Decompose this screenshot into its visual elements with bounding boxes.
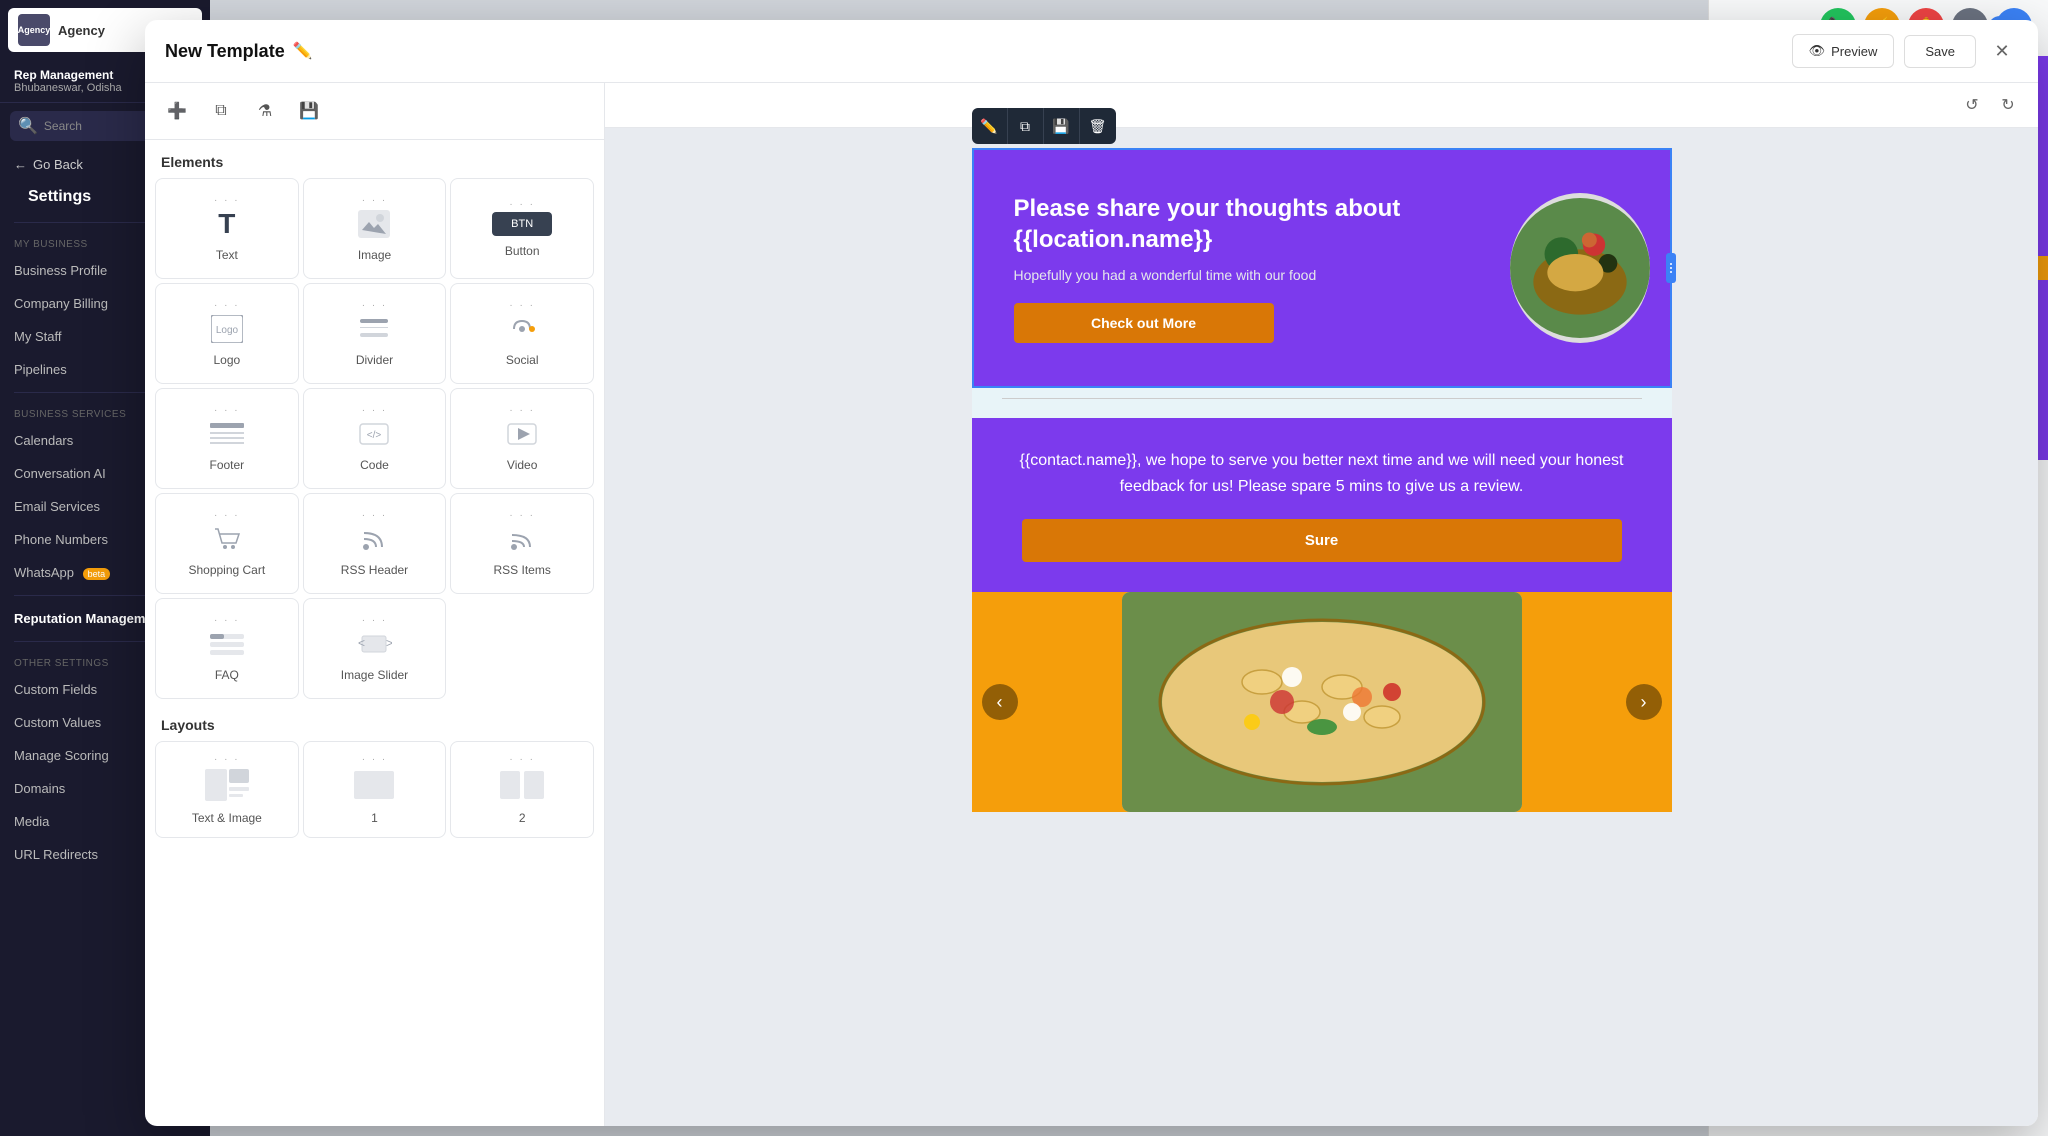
edit-element-button[interactable]: ✏️ [972,108,1008,144]
carousel-image [1122,592,1522,812]
svg-text:<: < [358,636,365,650]
undo-redo-bar: ↺ ↻ [605,83,2038,128]
save-element-button[interactable]: 💾 [1044,108,1080,144]
agency-logo: «Agency» [18,14,50,46]
duplicate-element-button[interactable]: ⧉ [1008,108,1044,144]
email-subtext: Hopefully you had a wonderful time with … [1014,267,1460,283]
sure-button[interactable]: Sure [1022,519,1622,562]
element-text[interactable]: · · · T Text [155,178,299,279]
modal-title-area: New Template ✏️ [165,41,313,62]
resize-handle[interactable] [1666,253,1676,283]
image-slider-element-icon: < > [354,628,394,660]
layout-1-icon [350,767,398,803]
layout-2[interactable]: · · · 2 [450,741,594,838]
layers-button[interactable]: ⧉ [205,95,237,127]
carousel-next-button[interactable]: › [1626,684,1662,720]
element-button[interactable]: · · · BTN Button [450,178,594,279]
add-element-button[interactable]: ➕ [161,95,193,127]
email-purple-left: Please share your thoughts about {{locat… [974,150,1490,386]
element-toolbar: ✏️ ⧉ 💾 🗑 [972,108,1116,144]
element-shopping-cart[interactable]: · · · Shopping Cart [155,493,299,594]
element-image-slider[interactable]: · · · < > Image Slider [303,598,447,699]
elements-toolbar: ➕ ⧉ ⚗ 💾 [145,83,604,140]
svg-text:Logo: Logo [216,325,239,336]
edit-title-icon[interactable]: ✏️ [293,41,313,61]
layouts-section-title: Layouts [145,699,604,741]
beta-badge: beta [83,568,111,580]
modal-header-actions: 👁 Preview Save ✕ [1792,34,2018,68]
modal-body: ➕ ⧉ ⚗ 💾 Elements · · · T Text · · · [145,83,2038,1126]
video-element-icon [502,418,542,450]
modal-save-button[interactable]: Save [1904,35,1976,68]
element-rss-header[interactable]: · · · RSS Header [303,493,447,594]
layouts-grid: · · · Text & Image · · · [145,741,604,838]
food-image [1510,193,1650,343]
cart-element-icon [207,523,247,555]
modal-header: New Template ✏️ 👁 Preview Save ✕ [145,20,2038,83]
back-arrow-icon: ← [14,157,27,172]
social-element-icon [502,313,542,345]
email-divider [1002,398,1642,399]
elements-section-title: Elements [145,140,604,178]
logo-element-icon: Logo [207,313,247,345]
search-icon: 🔍 [18,116,38,136]
template-modal: New Template ✏️ 👁 Preview Save ✕ ➕ ⧉ ⚗ 💾… [145,20,2038,1126]
redo-button[interactable]: ↻ [1994,91,2022,119]
rss-items-element-icon [502,523,542,555]
button-element-icon: BTN [492,212,552,236]
element-faq[interactable]: · · · FAQ [155,598,299,699]
element-divider[interactable]: · · · Divider [303,283,447,384]
email-heading: Please share your thoughts about {{locat… [1014,193,1460,255]
email-body-text: {{contact.name}}, we hope to serve you b… [1012,448,1632,499]
carousel-prev-button[interactable]: ‹ [982,684,1018,720]
agency-name: Agency [58,23,105,38]
email-light-section [972,388,1672,418]
email-preview-content: ✏️ ⧉ 💾 🗑 Please share your thoughts abou… [605,128,2038,832]
email-purple-section: Please share your thoughts about {{locat… [972,148,1672,388]
filter-button[interactable]: ⚗ [249,95,281,127]
rss-header-element-icon [354,523,394,555]
save-elements-button[interactable]: 💾 [293,95,325,127]
email-carousel-section: ‹ [972,592,1672,812]
layout-text-image[interactable]: · · · Text & Image [155,741,299,838]
preview-panel: ↺ ↻ ✏️ ⧉ 💾 🗑 [605,83,2038,1126]
image-element-icon [354,208,394,240]
check-out-more-button[interactable]: Check out More [1014,303,1274,343]
modal-close-button[interactable]: ✕ [1986,35,2018,67]
delete-element-button[interactable]: 🗑 [1080,108,1116,144]
footer-element-icon [207,418,247,450]
text-element-icon: T [207,208,247,240]
layout-2-icon [498,767,546,803]
elements-grid: · · · T Text · · · Image · · · BTN Butto… [145,178,604,699]
text-image-layout-icon [203,767,251,803]
elements-panel: ➕ ⧉ ⚗ 💾 Elements · · · T Text · · · [145,83,605,1126]
modal-title-text: New Template [165,41,285,62]
eye-icon: 👁 [1809,43,1826,59]
email-purple2-section: {{contact.name}}, we hope to serve you b… [972,418,1672,592]
email-purple-right [1490,150,1670,386]
email-container: ✏️ ⧉ 💾 🗑 Please share your thoughts abou… [972,148,1672,812]
svg-text:>: > [386,636,392,650]
element-code[interactable]: · · · </> Code [303,388,447,489]
undo-button[interactable]: ↺ [1958,91,1986,119]
preview-button[interactable]: 👁 Preview [1792,34,1895,68]
element-image[interactable]: · · · Image [303,178,447,279]
faq-element-icon [207,628,247,660]
divider-element-icon [354,313,394,345]
element-video[interactable]: · · · Video [450,388,594,489]
element-rss-items[interactable]: · · · RSS Items [450,493,594,594]
element-footer[interactable]: · · · Footer [155,388,299,489]
element-logo[interactable]: · · · Logo Logo [155,283,299,384]
element-social[interactable]: · · · Social [450,283,594,384]
code-element-icon: </> [354,418,394,450]
layout-1[interactable]: · · · 1 [303,741,447,838]
svg-text:</>: </> [367,430,382,441]
